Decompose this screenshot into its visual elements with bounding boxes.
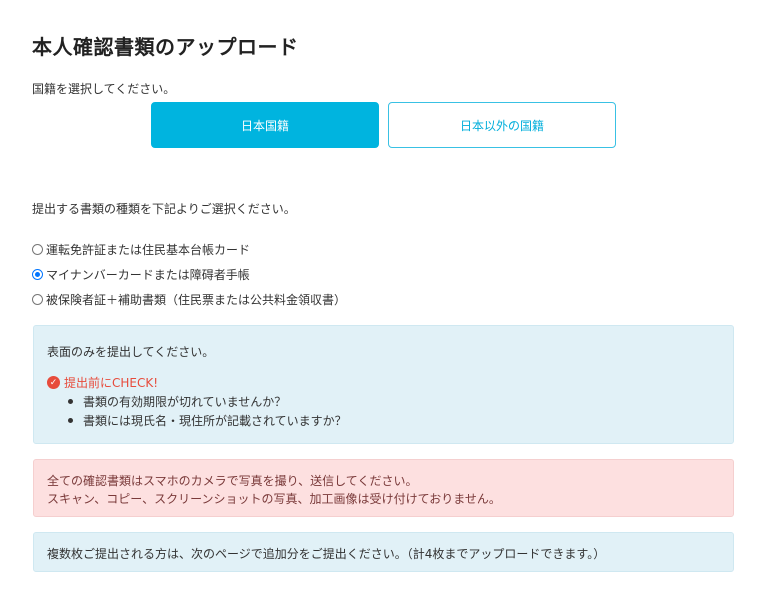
japanese-nationality-button[interactable]: 日本国籍 xyxy=(151,102,379,148)
radio-option-mynumber-card[interactable]: マイナンバーカードまたは障碍者手帳 xyxy=(32,262,346,287)
nationality-prompt: 国籍を選択してください。 xyxy=(32,82,176,96)
info-box: 表面のみを提出してください。 ✓ 提出前にCHECK! 書類の有効期限が切れてい… xyxy=(33,325,734,444)
note-text: 複数枚ご提出される方は、次のページで追加分をご提出ください。（計4枚までアップロ… xyxy=(47,547,606,561)
page-title: 本人確認書類のアップロード xyxy=(32,35,299,59)
list-item: 書類には現氏名・現住所が記載されていますか？ xyxy=(68,411,347,430)
list-item: 書類の有効期限が切れていませんか？ xyxy=(68,392,347,411)
check-heading-text: 提出前にCHECK! xyxy=(64,376,159,390)
check-item-text: 書類には現氏名・現住所が記載されていますか？ xyxy=(83,414,347,428)
radio-button[interactable] xyxy=(32,244,43,255)
bullet-icon xyxy=(68,418,73,423)
info-title: 表面のみを提出してください。 xyxy=(47,345,215,359)
radio-label: 被保険者証＋補助書類（住民票または公共料金領収書） xyxy=(46,293,347,307)
radio-button-checked[interactable] xyxy=(32,269,43,280)
warning-line: 全ての確認書類はスマホのカメラで写真を撮り、送信してください。 xyxy=(47,474,418,488)
bullet-icon xyxy=(68,399,73,404)
radio-button[interactable] xyxy=(32,294,43,305)
radio-label: 運転免許証または住民基本台帳カード xyxy=(46,243,251,257)
warning-line: スキャン、コピー、スクリーンショットの写真、加工画像は受け付けておりません。 xyxy=(47,492,501,506)
note-box: 複数枚ご提出される方は、次のページで追加分をご提出ください。（計4枚までアップロ… xyxy=(33,532,734,572)
check-circle-icon: ✓ xyxy=(47,376,60,389)
document-type-radio-group: 運転免許証または住民基本台帳カード マイナンバーカードまたは障碍者手帳 被保険者… xyxy=(32,237,346,312)
check-heading: ✓ 提出前にCHECK! xyxy=(47,374,158,391)
radio-option-insurance-card[interactable]: 被保険者証＋補助書類（住民票または公共料金領収書） xyxy=(32,287,346,312)
check-list: 書類の有効期限が切れていませんか？ 書類には現氏名・現住所が記載されていますか？ xyxy=(68,392,347,430)
other-nationality-button[interactable]: 日本以外の国籍 xyxy=(388,102,616,148)
warning-box: 全ての確認書類はスマホのカメラで写真を撮り、送信してください。 スキャン、コピー… xyxy=(33,459,734,517)
radio-option-drivers-license[interactable]: 運転免許証または住民基本台帳カード xyxy=(32,237,346,262)
radio-label: マイナンバーカードまたは障碍者手帳 xyxy=(46,268,250,282)
check-item-text: 書類の有効期限が切れていませんか？ xyxy=(83,395,287,409)
document-type-prompt: 提出する書類の種類を下記よりご選択ください。 xyxy=(32,202,296,216)
